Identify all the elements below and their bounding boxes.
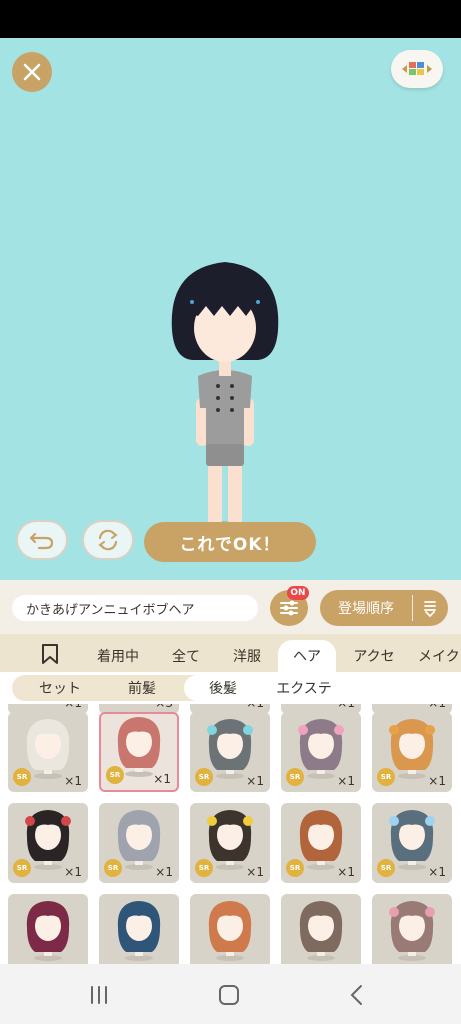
hair-preview-icon <box>26 901 70 961</box>
category-tabs: 着用中 全て 洋服 ヘア アクセ メイク <box>0 634 461 672</box>
grid-item[interactable]: SR ×1 <box>8 712 88 792</box>
tab-makeup[interactable]: メイク <box>418 640 461 672</box>
rarity-badge: SR <box>106 766 124 784</box>
tab-wearing[interactable]: 着用中 <box>86 640 150 672</box>
subtab-back-hair[interactable]: 後髪 <box>184 675 262 701</box>
sort-divider <box>412 595 413 621</box>
hair-subtabs: セット 前髪 後髪 エクステ <box>0 672 461 704</box>
grid-item[interactable] <box>372 894 452 964</box>
home-button[interactable] <box>214 982 244 1008</box>
hair-preview-icon <box>208 901 252 961</box>
undo-button[interactable] <box>16 520 68 560</box>
rarity-badge: SR <box>195 859 213 877</box>
rarity-badge: SR <box>286 859 304 877</box>
subtab-extensions[interactable]: エクステ <box>266 675 342 701</box>
close-button[interactable] <box>12 52 52 92</box>
system-nav-bar <box>0 964 461 1024</box>
item-quantity: ×1 <box>428 704 446 710</box>
item-quantity: ×1 <box>337 774 355 788</box>
status-bar <box>0 0 461 38</box>
filter-on-badge: ON <box>287 586 309 600</box>
avatar-figure <box>171 262 279 531</box>
rarity-badge: SR <box>377 768 395 786</box>
confirm-ok-button[interactable]: これでOK！ <box>144 522 316 562</box>
rarity-badge: SR <box>13 859 31 877</box>
grid-item[interactable]: SR ×1 <box>8 803 88 883</box>
rarity-badge: SR <box>286 768 304 786</box>
view-toggle-button[interactable] <box>391 50 443 88</box>
recent-apps-icon <box>91 986 107 1004</box>
rotate-button[interactable] <box>82 520 134 560</box>
item-quantity: ×1 <box>155 865 173 879</box>
tab-clothes[interactable]: 洋服 <box>222 640 272 672</box>
cube-view-icon <box>402 62 432 75</box>
bookmark-tab[interactable] <box>40 643 60 669</box>
tab-hair[interactable]: ヘア <box>278 640 336 672</box>
item-quantity: ×1 <box>246 704 264 710</box>
item-quantity: ×1 <box>64 774 82 788</box>
grid-item[interactable]: SR ×1 <box>99 712 179 792</box>
item-quantity: ×1 <box>153 772 171 786</box>
subtab-set[interactable]: セット <box>22 675 98 701</box>
tab-all[interactable]: 全て <box>160 640 212 672</box>
item-quantity: ×1 <box>246 774 264 788</box>
item-quantity: ×1 <box>337 865 355 879</box>
rarity-badge: SR <box>104 859 122 877</box>
grid-item[interactable]: SR ×1 <box>190 712 270 792</box>
item-quantity: ×1 <box>428 774 446 788</box>
sort-direction-icon <box>424 601 436 617</box>
grid-item[interactable] <box>281 894 361 964</box>
hair-preview-icon <box>389 719 435 779</box>
grid-item[interactable]: SR ×1 <box>281 712 361 792</box>
grid-item[interactable] <box>99 894 179 964</box>
hair-preview-icon <box>389 810 435 870</box>
item-quantity: ×1 <box>337 704 355 710</box>
item-quantity: ×1 <box>246 865 264 879</box>
close-icon <box>23 63 41 81</box>
rarity-badge: SR <box>195 768 213 786</box>
bookmark-icon <box>42 644 58 664</box>
hair-preview-icon <box>117 901 161 961</box>
sort-order-button[interactable]: 登場順序 <box>320 590 448 626</box>
item-name-display: かきあげアンニュイボブヘア <box>12 595 258 621</box>
hair-preview-icon <box>207 719 253 779</box>
item-quantity: ×1 <box>428 865 446 879</box>
filter-sliders-icon <box>280 600 298 616</box>
item-panel: かきあげアンニュイボブヘア ON 登場順序 着用中 全て 洋服 ヘア アクセ メ… <box>0 580 461 964</box>
rotate-icon <box>98 529 118 551</box>
item-quantity: ×1 <box>64 865 82 879</box>
hair-preview-icon <box>389 901 435 961</box>
sort-direction-button[interactable] <box>413 599 447 617</box>
hair-preview-icon <box>207 810 253 870</box>
hair-preview-icon <box>298 719 344 779</box>
avatar-stage: これでOK！ <box>0 38 461 580</box>
grid-item[interactable]: SR ×1 <box>372 803 452 883</box>
grid-item[interactable]: SR ×1 <box>99 803 179 883</box>
item-quantity: ×1 <box>64 704 82 710</box>
grid-item[interactable]: SR ×1 <box>372 712 452 792</box>
tab-accessories[interactable]: アクセ <box>342 640 406 672</box>
grid-item[interactable]: SR ×1 <box>281 803 361 883</box>
recent-apps-button[interactable] <box>84 982 114 1008</box>
item-grid: ×1×3×1×1×1SR×1SR×1SR×1SR×1SR×1SR×1SR×1SR… <box>0 704 461 964</box>
hair-preview-icon <box>299 901 343 961</box>
hair-preview-icon <box>299 810 343 870</box>
grid-item[interactable] <box>190 894 270 964</box>
grid-item[interactable] <box>8 894 88 964</box>
undo-icon <box>29 532 54 550</box>
back-icon <box>350 985 362 1005</box>
hair-preview-icon <box>117 810 161 870</box>
item-info-row: かきあげアンニュイボブヘア ON 登場順序 <box>0 580 461 634</box>
home-icon <box>219 985 239 1005</box>
sort-order-label: 登場順序 <box>338 601 394 617</box>
back-button[interactable] <box>342 982 372 1008</box>
rarity-badge: SR <box>377 859 395 877</box>
item-quantity: ×3 <box>155 704 173 710</box>
rarity-badge: SR <box>13 768 31 786</box>
hair-preview-icon <box>26 719 70 779</box>
hair-preview-icon <box>25 810 71 870</box>
subtab-front-hair[interactable]: 前髪 <box>104 675 180 701</box>
grid-item[interactable]: SR ×1 <box>190 803 270 883</box>
